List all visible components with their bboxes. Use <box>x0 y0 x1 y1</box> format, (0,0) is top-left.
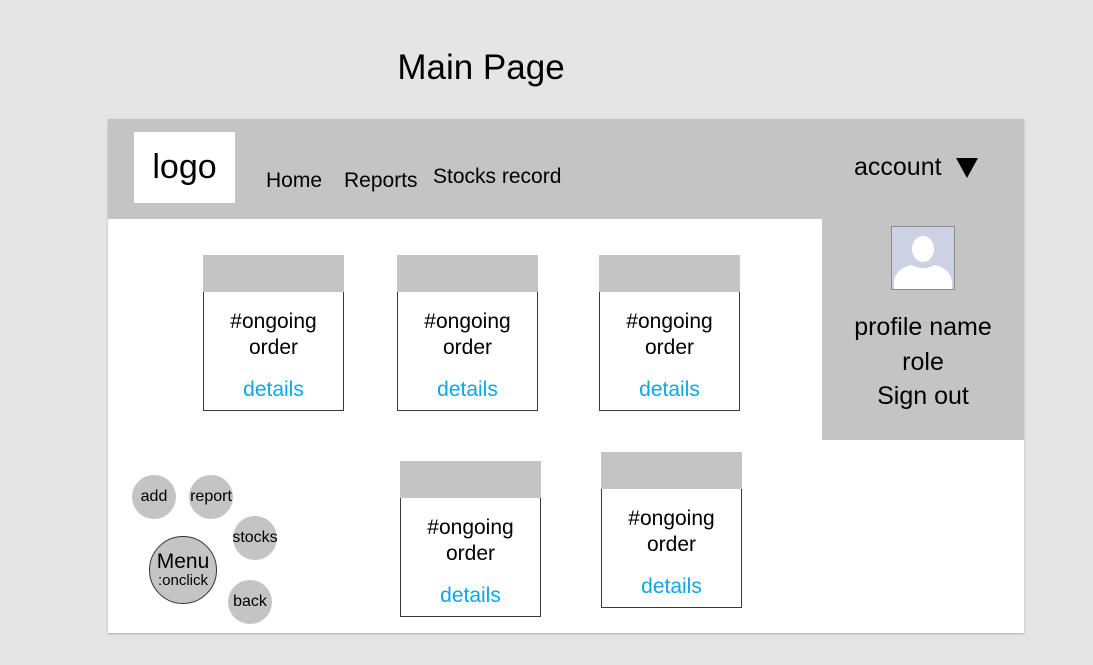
details-link[interactable]: details <box>204 378 343 402</box>
nav-reports[interactable]: Reports <box>344 169 418 193</box>
card-title-line1: #ongoing <box>628 507 715 530</box>
order-card: #ongoing order details <box>599 255 740 411</box>
menu-label: Menu <box>156 550 210 573</box>
card-title-line2: order <box>646 533 697 556</box>
card-title: #ongoing order <box>602 506 741 558</box>
app-frame: logo Home Reports Stocks record account … <box>108 119 1024 633</box>
details-link[interactable]: details <box>600 378 739 402</box>
details-link[interactable]: details <box>398 378 537 402</box>
card-title-line2: order <box>445 542 496 565</box>
card-title-line2: order <box>248 336 299 359</box>
page-title: Main Page <box>397 48 565 87</box>
card-title-line1: #ongoing <box>424 310 511 333</box>
card-title-line1: #ongoing <box>427 516 514 539</box>
report-button[interactable]: report <box>189 475 233 519</box>
card-title: #ongoing order <box>204 309 343 361</box>
order-card: #ongoing order details <box>203 255 344 411</box>
menu-hint: :onclick <box>157 572 209 589</box>
details-link[interactable]: details <box>401 584 540 608</box>
account-menu[interactable]: account <box>854 153 978 182</box>
details-link[interactable]: details <box>602 575 741 599</box>
profile-role: role <box>902 348 944 376</box>
card-header <box>397 255 538 292</box>
nav-stocks-record[interactable]: Stocks record <box>433 165 561 189</box>
account-label: account <box>854 153 942 181</box>
nav-home[interactable]: Home <box>266 169 322 193</box>
logo[interactable]: logo <box>134 132 235 203</box>
back-button[interactable]: back <box>228 580 272 624</box>
card-header <box>599 255 740 292</box>
order-card: #ongoing order details <box>397 255 538 411</box>
card-title-line2: order <box>644 336 695 359</box>
card-title-line1: #ongoing <box>230 310 317 333</box>
card-title: #ongoing order <box>398 309 537 361</box>
user-avatar-icon <box>891 226 955 290</box>
menu-button[interactable]: Menu :onclick <box>149 536 217 604</box>
order-card: #ongoing order details <box>400 461 541 617</box>
add-button[interactable]: add <box>132 475 176 519</box>
card-header <box>203 255 344 292</box>
order-card: #ongoing order details <box>601 452 742 608</box>
card-header <box>601 452 742 489</box>
stocks-button[interactable]: stocks <box>232 516 278 560</box>
card-title-line1: #ongoing <box>626 310 713 333</box>
top-bar: logo Home Reports Stocks record account <box>108 119 1024 219</box>
card-header <box>400 461 541 498</box>
sign-out-link[interactable]: Sign out <box>822 382 1024 411</box>
dropdown-caret-icon <box>955 157 978 178</box>
account-panel: profile name role Sign out <box>822 219 1024 440</box>
card-title: #ongoing order <box>401 515 540 567</box>
profile-name: profile name <box>854 313 992 341</box>
card-title-line2: order <box>442 336 493 359</box>
card-title: #ongoing order <box>600 309 739 361</box>
